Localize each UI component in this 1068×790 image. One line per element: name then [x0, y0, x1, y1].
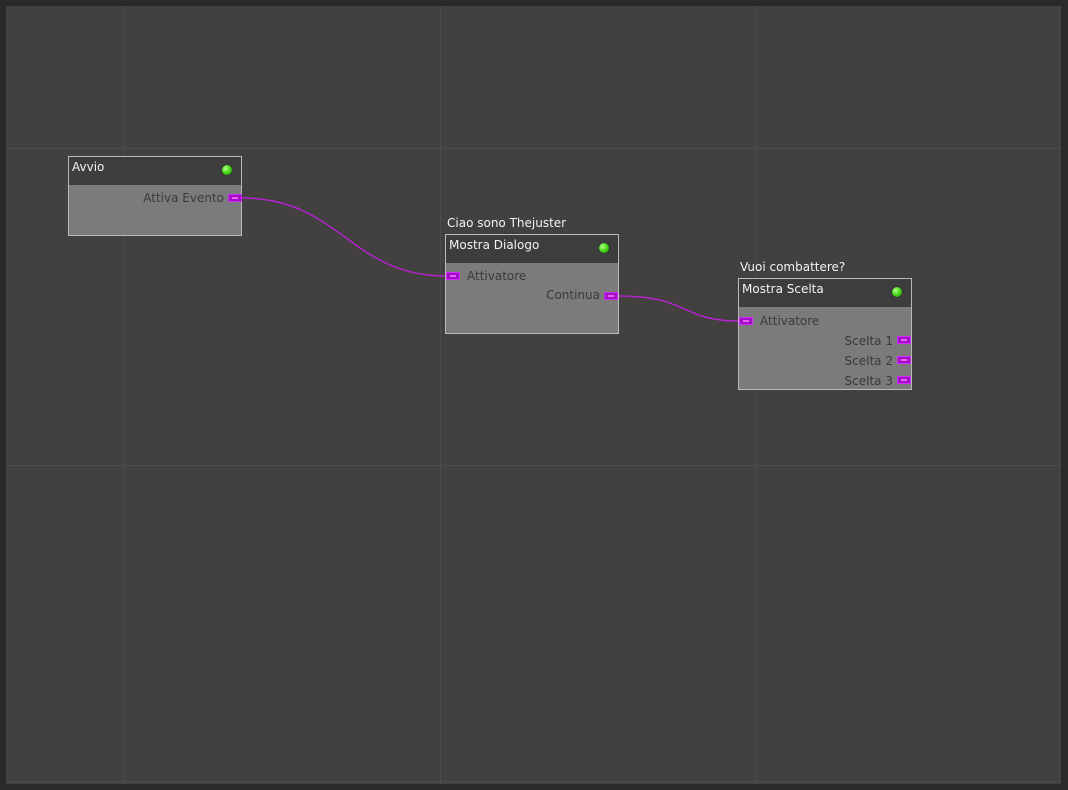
output-port-scelta-2[interactable]	[897, 356, 911, 364]
node-header[interactable]: Mostra Scelta	[739, 279, 911, 307]
input-port-attivatore[interactable]	[446, 272, 460, 280]
output-label-scelta-2: Scelta 2	[844, 354, 893, 368]
output-label-attiva-evento: Attiva Evento	[143, 191, 224, 205]
grid-line	[123, 6, 124, 784]
output-label-continua: Continua	[546, 288, 600, 302]
node-caption: Ciao sono Thejuster	[447, 216, 567, 230]
status-dot-icon	[892, 287, 902, 297]
output-port-attiva-evento[interactable]	[228, 194, 242, 202]
output-port-scelta-3[interactable]	[897, 376, 911, 384]
node-mostra-scelta[interactable]: Mostra Scelta Attivatore Scelta 1 Scelta…	[738, 278, 912, 390]
status-dot-icon	[222, 165, 232, 175]
output-port-scelta-1[interactable]	[897, 336, 911, 344]
node-caption: Vuoi combattere?	[740, 260, 846, 274]
output-port-continua[interactable]	[604, 292, 618, 300]
input-label-attivatore: Attivatore	[760, 314, 820, 328]
node-graph-canvas[interactable]	[6, 6, 1061, 784]
grid-line	[756, 6, 757, 784]
input-port-attivatore[interactable]	[739, 317, 753, 325]
status-dot-icon	[599, 243, 609, 253]
node-mostra-dialogo[interactable]: Mostra Dialogo Attivatore Continua	[445, 234, 619, 334]
output-label-scelta-1: Scelta 1	[844, 334, 893, 348]
node-header[interactable]: Mostra Dialogo	[446, 235, 618, 263]
grid-line	[6, 465, 1061, 466]
node-title: Mostra Dialogo	[449, 238, 540, 252]
node-header[interactable]: Avvio	[69, 157, 241, 185]
grid-line	[6, 781, 1061, 782]
grid-line	[440, 6, 441, 784]
input-label-attivatore: Attivatore	[467, 269, 527, 283]
node-avvio[interactable]: Avvio Attiva Evento	[68, 156, 242, 236]
node-title: Mostra Scelta	[742, 282, 824, 296]
output-label-scelta-3: Scelta 3	[844, 374, 893, 388]
node-title: Avvio	[72, 160, 105, 174]
grid-line	[6, 148, 1061, 149]
